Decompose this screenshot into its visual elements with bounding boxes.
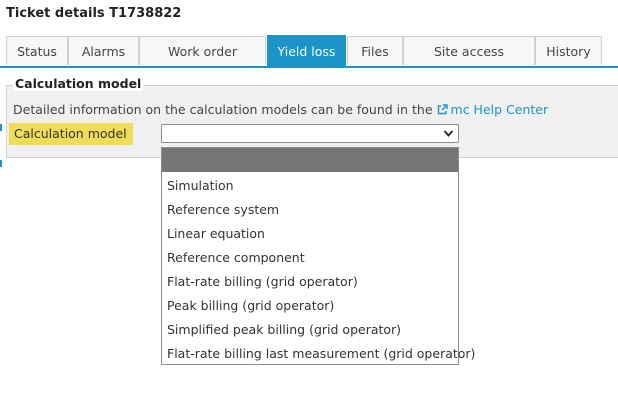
- help-center-link-label: mc Help Center: [450, 102, 549, 117]
- tab-label: Status: [17, 43, 57, 59]
- calculation-model-label: Calculation model: [9, 123, 133, 145]
- tab-label: Site access: [433, 43, 505, 59]
- tab-work-order[interactable]: Work order: [139, 36, 266, 65]
- tab-site-access[interactable]: Site access: [403, 36, 535, 65]
- tab-label: Yield loss: [277, 43, 336, 59]
- dropdown-option-blank[interactable]: [162, 148, 458, 172]
- dropdown-option[interactable]: Linear equation: [162, 222, 458, 246]
- dropdown-option[interactable]: Reference component: [162, 246, 458, 270]
- tab-label: Work order: [168, 43, 237, 59]
- tab-label: Files: [361, 43, 389, 59]
- dropdown-options: Simulation Reference system Linear equat…: [162, 172, 475, 366]
- dropdown-option[interactable]: Simplified peak billing (grid operator): [162, 318, 458, 342]
- info-text: Detailed information on the calculation …: [13, 102, 548, 117]
- calculation-model-dropdown: Simulation Reference system Linear equat…: [161, 147, 475, 366]
- dropdown-option[interactable]: Simulation: [162, 174, 458, 198]
- tabs-underline: [0, 66, 618, 68]
- tab-history[interactable]: History: [535, 36, 602, 65]
- external-link-icon: [437, 104, 448, 115]
- dropdown-option[interactable]: Peak billing (grid operator): [162, 294, 458, 318]
- chevron-down-icon: [443, 130, 454, 137]
- tab-status[interactable]: Status: [6, 36, 68, 65]
- tab-alarms[interactable]: Alarms: [68, 36, 139, 65]
- tab-yield-loss[interactable]: Yield loss: [267, 35, 346, 66]
- tab-label: History: [546, 43, 591, 59]
- left-edge-mark: [0, 160, 2, 167]
- info-text-label: Detailed information on the calculation …: [13, 102, 433, 117]
- dropdown-option[interactable]: Reference system: [162, 198, 458, 222]
- tab-label: Alarms: [81, 43, 126, 59]
- help-center-link[interactable]: mc Help Center: [437, 102, 549, 117]
- fieldset-legend: Calculation model: [13, 76, 144, 91]
- page-title: Ticket details T1738822: [6, 6, 182, 21]
- calculation-model-select[interactable]: [161, 124, 459, 143]
- left-edge-mark: [0, 124, 2, 131]
- tab-files[interactable]: Files: [347, 36, 403, 65]
- dropdown-option[interactable]: Flat-rate billing (grid operator): [162, 270, 458, 294]
- dropdown-option[interactable]: Flat-rate billing last measurement (grid…: [162, 342, 475, 366]
